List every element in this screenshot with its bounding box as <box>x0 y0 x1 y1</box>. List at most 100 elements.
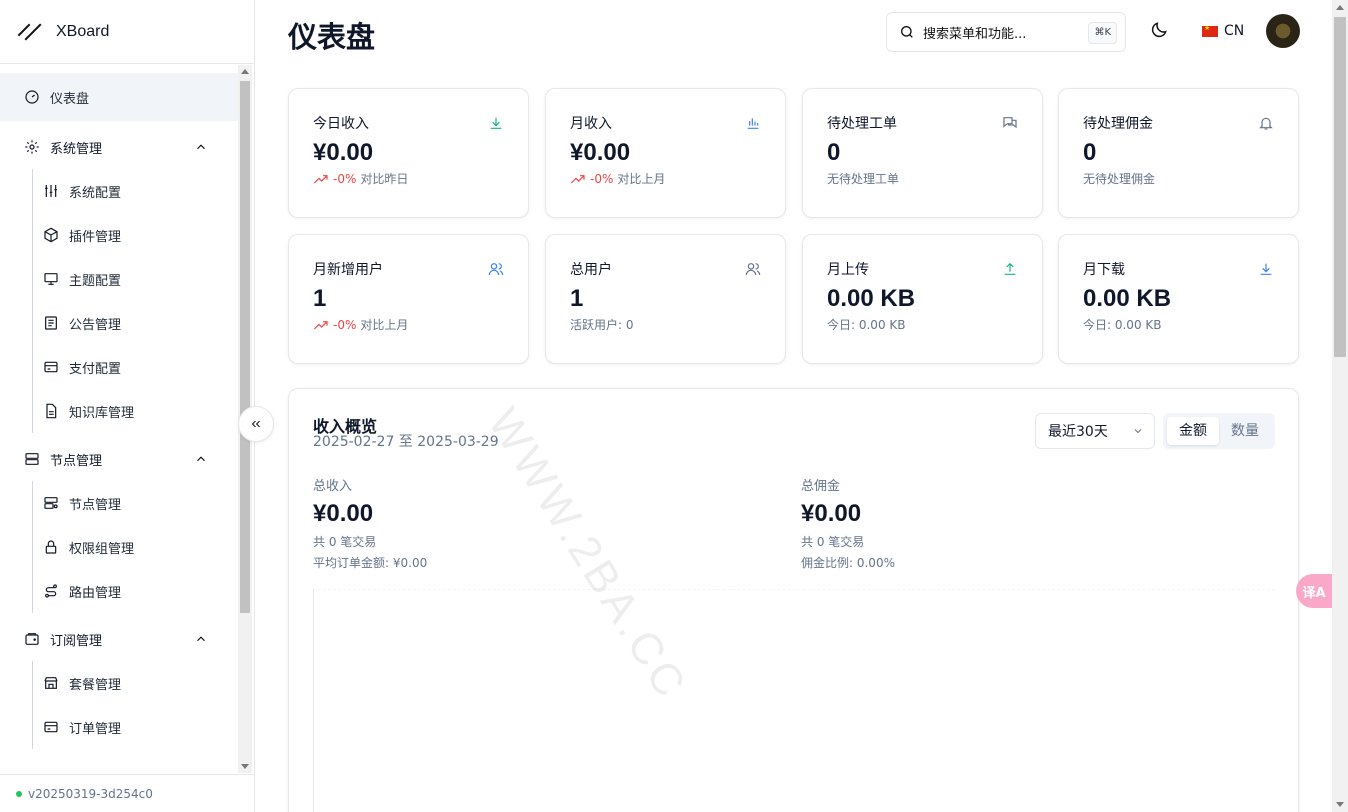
china-flag-icon <box>1202 24 1218 37</box>
trend-value: -0% <box>333 317 357 332</box>
toggle-count[interactable]: 数量 <box>1219 417 1271 445</box>
trend-value: -0% <box>590 171 614 186</box>
translate-button[interactable]: 译A <box>1296 574 1332 608</box>
card-note: 无待处理佣金 <box>1083 172 1156 186</box>
sidebar-item-label: 知识库管理 <box>69 405 135 421</box>
card-note: 今日: 0.00 KB <box>1083 318 1162 332</box>
stat-extra: 佣金比例: 0.00% <box>801 556 895 570</box>
search-icon <box>901 26 913 38</box>
card-value: ¥0.00 <box>313 139 374 166</box>
scroll-up-arrow-icon[interactable] <box>1336 5 1344 10</box>
sidebar-item-label: 节点管理 <box>69 497 122 513</box>
language-switcher[interactable]: CN <box>1202 20 1244 42</box>
users-icon <box>488 263 504 276</box>
trend-indicator: -0% <box>313 318 356 332</box>
chevron-down-icon <box>1134 429 1142 434</box>
card-value: 0 <box>827 139 841 166</box>
gauge-icon <box>25 90 39 104</box>
card-note: 对比上月 <box>360 318 409 332</box>
sidebar-item-node-manage[interactable]: 节点管理 <box>33 481 238 525</box>
trend-indicator: -0% <box>313 172 356 186</box>
sidebar-item-permission-group[interactable]: 权限组管理 <box>33 525 238 569</box>
gear-icon <box>25 140 39 154</box>
sidebar-item-label: 套餐管理 <box>69 677 122 693</box>
toggle-amount[interactable]: 金额 <box>1167 417 1219 445</box>
sidebar-group-system[interactable]: 系统管理 <box>0 125 238 169</box>
status-dot-icon <box>16 790 22 797</box>
sidebar-scroll-thumb[interactable] <box>240 81 250 613</box>
scroll-up-arrow-icon[interactable] <box>241 69 249 74</box>
card-subtext: -0% 对比上月 <box>570 170 761 187</box>
sidebar-submenu-subscription: 套餐管理 订单管理 <box>32 661 238 749</box>
language-label: CN <box>1224 23 1245 39</box>
sidebar-item-plans[interactable]: 套餐管理 <box>33 661 238 705</box>
page-title: 仪表盘 <box>288 20 376 54</box>
messages-icon <box>1003 117 1017 129</box>
sidebar-item-system-config[interactable]: 系统配置 <box>33 169 238 213</box>
sidebar-item-plugins[interactable]: 插件管理 <box>33 213 238 257</box>
scroll-down-arrow-icon[interactable] <box>1336 802 1344 807</box>
lock-icon <box>45 540 57 554</box>
sidebar-item-routes[interactable]: 路由管理 <box>33 569 238 613</box>
sidebar-item-label: 仪表盘 <box>50 91 90 107</box>
avatar[interactable] <box>1266 14 1300 48</box>
page-scroll-thumb[interactable] <box>1334 17 1346 357</box>
sidebar-group-nodes[interactable]: 节点管理 <box>0 437 238 481</box>
route-icon <box>45 584 57 598</box>
card-subtext: -0% 对比昨日 <box>313 170 504 187</box>
card-value: 0 <box>1083 139 1097 166</box>
sidebar-item-label: 主题配置 <box>69 273 122 289</box>
download-icon <box>1260 263 1272 275</box>
card-value: 0.00 KB <box>1083 285 1172 312</box>
trending-icon <box>570 174 585 183</box>
sidebar-group-label: 系统管理 <box>50 141 103 157</box>
store-icon <box>44 677 58 689</box>
chevron-up-icon <box>197 144 205 150</box>
sidebar-nav: 仪表盘 系统管理 系统配置 插件管理 主题配置 公告管理 支付配置 知识库管理 … <box>0 65 238 773</box>
theme-toggle-button[interactable] <box>1149 20 1171 42</box>
overview-date-range: 2025-02-27 至 2025-03-29 <box>313 434 499 450</box>
sidebar-item-payment[interactable]: 支付配置 <box>33 345 238 389</box>
server-icon <box>25 453 39 465</box>
main-content: 仪表盘 搜索菜单和功能... ⌘K CN 今日收入 ¥0.00 -0% 对比昨日 <box>256 0 1332 812</box>
total-commission-stat: 总佣金 ¥0.00 共 0 笔交易 佣金比例: 0.00% <box>801 475 895 571</box>
sidebar-item-theme[interactable]: 主题配置 <box>33 257 238 301</box>
search-placeholder: 搜索菜单和功能... <box>923 26 1027 42</box>
period-select[interactable]: 最近30天 <box>1035 413 1155 449</box>
stat-label: 总收入 <box>313 479 353 494</box>
sidebar-item-knowledge[interactable]: 知识库管理 <box>33 389 238 433</box>
card-label: 月上传 <box>827 262 869 278</box>
sidebar-group-label: 节点管理 <box>50 453 103 469</box>
sidebar-item-label: 系统配置 <box>69 185 122 201</box>
stat-card-today-income: 今日收入 ¥0.00 -0% 对比昨日 <box>288 88 529 218</box>
version-label: v20250319-3d254c0 <box>28 786 153 801</box>
card-value: ¥0.00 <box>570 139 631 166</box>
stat-card-month-new-users: 月新增用户 1 -0% 对比上月 <box>288 234 529 364</box>
sidebar-item-orders[interactable]: 订单管理 <box>33 705 238 749</box>
sidebar: XBoard 仪表盘 系统管理 系统配置 插件管理 主题配置 公告管理 支付配置… <box>0 0 255 812</box>
total-income-stat: 总收入 ¥0.00 共 0 笔交易 平均订单金额: ¥0.00 <box>313 475 427 571</box>
page-scrollbar[interactable] <box>1332 0 1348 812</box>
sidebar-item-notice[interactable]: 公告管理 <box>33 301 238 345</box>
bar-chart-icon <box>747 118 759 129</box>
card-label: 月收入 <box>570 116 612 132</box>
sidebar-group-subscription[interactable]: 订阅管理 <box>0 617 238 661</box>
sidebar-group-label: 订阅管理 <box>50 633 103 649</box>
version-footer: v20250319-3d254c0 <box>0 774 255 812</box>
sidebar-submenu-system: 系统配置 插件管理 主题配置 公告管理 支付配置 知识库管理 <box>32 169 238 433</box>
credit-card-icon <box>44 361 58 373</box>
sidebar-submenu-nodes: 节点管理 权限组管理 路由管理 <box>32 481 238 613</box>
card-note: 对比昨日 <box>360 172 409 186</box>
sidebar-item-label: 路由管理 <box>69 585 122 601</box>
brand[interactable]: XBoard <box>0 0 254 64</box>
period-select-value: 最近30天 <box>1048 424 1108 440</box>
sidebar-item-dashboard[interactable]: 仪表盘 <box>0 73 238 121</box>
search-input[interactable]: 搜索菜单和功能... ⌘K <box>886 12 1126 52</box>
credit-card-icon <box>44 721 58 733</box>
stat-count: 共 0 笔交易 <box>801 535 865 549</box>
card-note: 活跃用户: 0 <box>570 318 634 332</box>
stat-card-month-income: 月收入 ¥0.00 -0% 对比上月 <box>545 88 786 218</box>
xboard-logo-icon <box>17 19 44 45</box>
scroll-down-arrow-icon[interactable] <box>241 764 249 769</box>
chevron-up-icon <box>197 456 205 462</box>
